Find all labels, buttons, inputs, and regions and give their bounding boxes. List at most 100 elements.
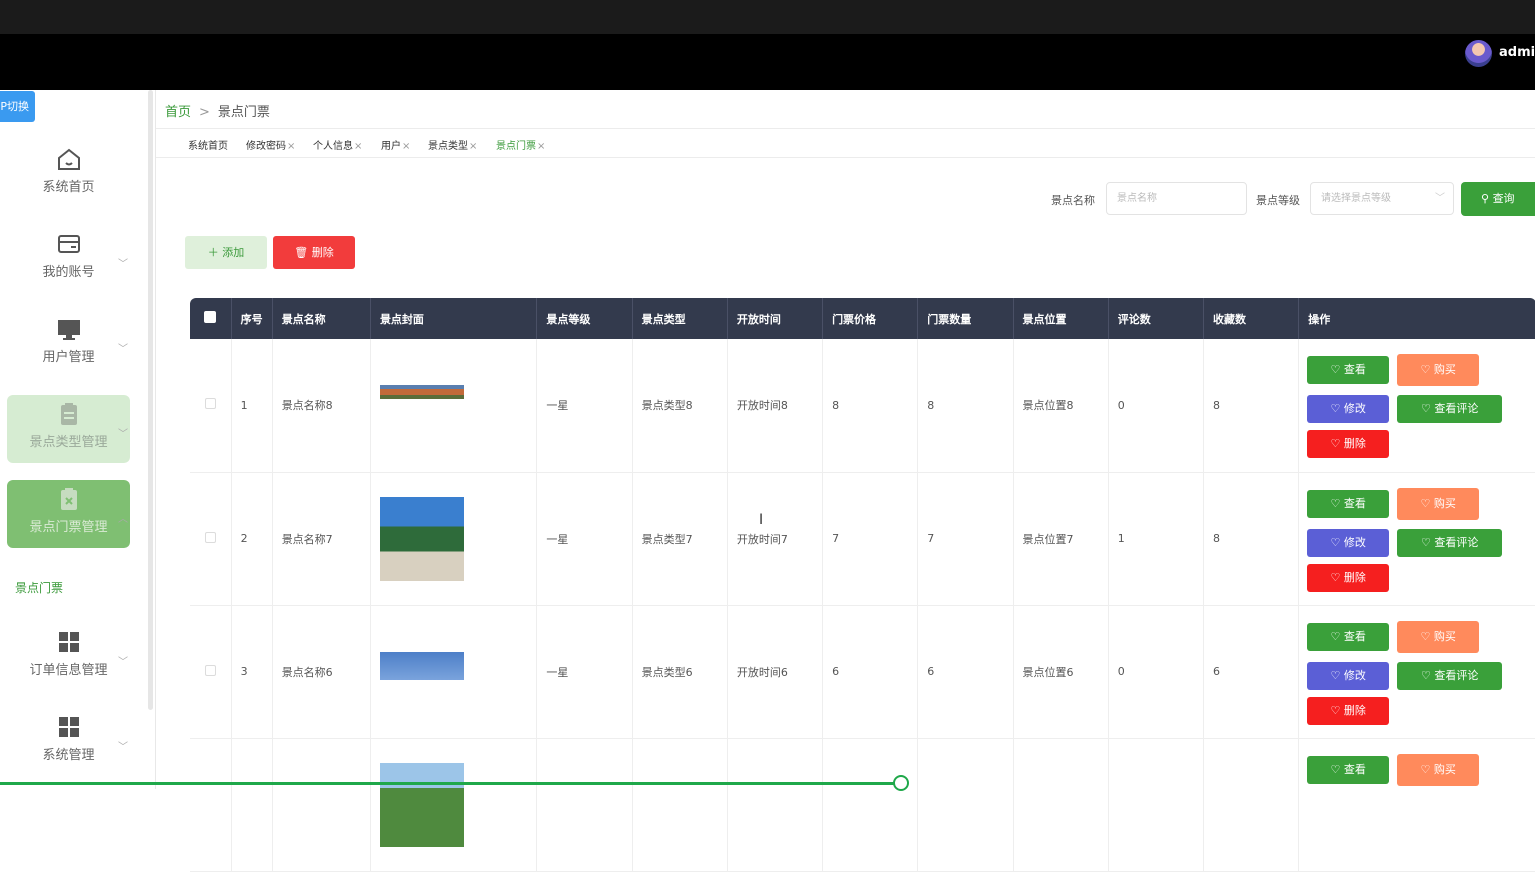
heart-icon: ♡ [1420,496,1434,510]
location-cell: 景点位置6 [1013,605,1109,739]
row-checkbox-cell[interactable] [190,738,232,872]
sidebar-item-home[interactable]: 系统首页 [7,140,130,208]
close-icon[interactable]: × [287,141,295,152]
user-avatar[interactable] [1465,40,1492,67]
breadcrumb-home[interactable]: 首页 [165,105,191,120]
plus-icon: ＋ [207,246,223,259]
heart-icon: ♡ [1330,570,1344,584]
location-cell: 景点位置8 [1013,339,1109,473]
row-checkbox-cell[interactable] [190,605,232,739]
comments-cell: 0 [1108,339,1205,473]
view-reviews-button[interactable]: ♡ 查看评论 [1397,395,1503,423]
column-header: 收藏数 [1203,298,1300,339]
sidebar-item-system[interactable]: 系统管理 ﹀ [7,708,130,776]
row-checkbox[interactable] [204,398,216,410]
view-reviews-button[interactable]: ♡ 查看评论 [1397,661,1503,690]
chevron-down-icon: ﹀ [118,742,128,753]
row-delete-button[interactable]: ♡ 删除 [1307,563,1390,592]
column-header: 操作 [1298,298,1535,339]
username-label[interactable]: admin [1499,45,1535,60]
column-header: 开放时间 [727,298,824,339]
top-header [0,34,1535,90]
row-delete-button[interactable]: ♡ 删除 [1307,696,1390,725]
sidebar-item-scenic-ticket[interactable]: 景点门票管理 ︿ [7,480,130,548]
row-checkbox-cell[interactable] [190,472,232,606]
cover-cell [370,339,538,473]
delete-button[interactable]: 🗑 删除 [273,236,355,269]
quantity-cell: 6 [917,605,1014,739]
edit-button[interactable]: ♡ 修改 [1307,528,1390,557]
sidebar-scrollbar[interactable] [148,90,153,710]
tab-home[interactable]: 系统首页 [188,137,228,152]
tab-change-password[interactable]: 修改密码× [246,137,295,152]
buy-button[interactable]: ♡ 购买 [1397,487,1480,520]
query-button[interactable]: ⚲ 查询 [1461,182,1535,216]
price-cell [822,738,919,872]
sidebar-item-orders[interactable]: 订单信息管理 ﹀ [7,623,130,691]
clipboard-x-icon [60,488,77,510]
buy-button[interactable]: ♡ 购买 [1397,620,1480,653]
chevron-up-icon: ︿ [118,514,128,525]
tab-profile[interactable]: 个人信息× [313,137,362,152]
chevron-down-icon: ﹀ [1435,193,1445,204]
view-button[interactable]: ♡ 查看 [1307,755,1390,784]
open-time-cell: 开放时间7 [727,472,824,606]
view-button[interactable]: ♡ 查看 [1307,489,1390,518]
view-reviews-button[interactable]: ♡ 查看评论 [1397,528,1503,557]
comments-cell: 1 [1108,472,1205,606]
tab-scenic-type[interactable]: 景点类型× [428,137,477,152]
sidebar-item-users[interactable]: 用户管理 ﹀ [7,310,130,378]
grid-icon [58,717,79,737]
scenic-name-input[interactable]: 景点名称 [1106,182,1247,215]
scenic-level-select[interactable]: 请选择景点等级 ﹀ [1310,182,1454,215]
heart-icon: ♡ [1330,437,1344,450]
type-cell: 景点类型6 [632,605,728,739]
column-header: 景点名称 [272,298,371,339]
sidebar: P切换 系统首页 我的账号 ﹀ 用户管理 ﹀ 景点类型管理 ﹀ 景点门票管理 ︿… [0,90,156,789]
sidebar-item-account[interactable]: 我的账号 ﹀ [7,225,130,293]
row-checkbox[interactable] [204,531,216,543]
buy-button[interactable]: ♡ 购买 [1397,354,1480,386]
close-icon[interactable]: × [537,141,545,152]
actions-cell: ♡ 查看 ♡ 购买 ♡ 修改 ♡ 查看评论 ♡ 删除 [1298,339,1535,473]
close-icon[interactable]: × [402,141,410,152]
select-all-checkbox[interactable] [190,298,232,339]
level-cell: 一星 [536,605,633,739]
column-header: 评论数 [1108,298,1205,339]
table-row: 1 景点名称8 一星 景点类型8 开放时间8 8 8 景点位置8 0 8 ♡ 查看 ♡ 购买 ♡ 修改 ♡… [190,339,1535,473]
heart-icon: ♡ [1421,402,1435,415]
switch-button[interactable]: P切换 [0,91,35,122]
close-icon[interactable]: × [354,141,362,152]
sidebar-item-label: 订单信息管理 [29,663,108,678]
open-time-cell [727,738,824,872]
actions-cell: ♡ 查看 ♡ 购买 ♡ 修改 ♡ 查看评论 ♡ 删除 [1298,605,1535,739]
type-cell: 景点类型7 [632,472,728,606]
edit-button[interactable]: ♡ 修改 [1307,395,1390,423]
actions-cell: ♡ 查看 ♡ 购买 [1298,738,1535,872]
index-cell: 3 [231,605,273,739]
location-cell: 景点位置7 [1013,472,1109,606]
heart-icon: ♡ [1330,496,1344,510]
favorites-cell: 8 [1203,339,1300,473]
video-progress-bar[interactable] [0,782,900,785]
home-icon [57,148,80,170]
buy-button[interactable]: ♡ 购买 [1397,753,1480,786]
heart-icon: ♡ [1421,535,1435,549]
close-icon[interactable]: × [469,141,477,152]
row-checkbox-cell[interactable] [190,339,232,473]
view-button[interactable]: ♡ 查看 [1307,622,1390,651]
row-delete-button[interactable]: ♡ 删除 [1307,430,1390,458]
tab-users[interactable]: 用户× [381,137,410,152]
add-button[interactable]: ＋ 添加 [185,236,267,269]
edit-button[interactable]: ♡ 修改 [1307,661,1390,690]
level-cell: 一星 [536,472,633,606]
tab-scenic-ticket[interactable]: 景点门票× [496,137,545,152]
view-button[interactable]: ♡ 查看 [1307,356,1390,384]
table-row: ♡ 查看 ♡ 购买 [190,738,1535,872]
sidebar-item-scenic-type[interactable]: 景点类型管理 ﹀ [7,395,130,463]
type-cell: 景点类型8 [632,339,728,473]
column-header: 景点等级 [536,298,633,339]
breadcrumb-separator: > [199,105,210,120]
row-checkbox[interactable] [204,664,216,676]
submenu-item-scenic-ticket[interactable]: 景点门票 [15,579,63,596]
